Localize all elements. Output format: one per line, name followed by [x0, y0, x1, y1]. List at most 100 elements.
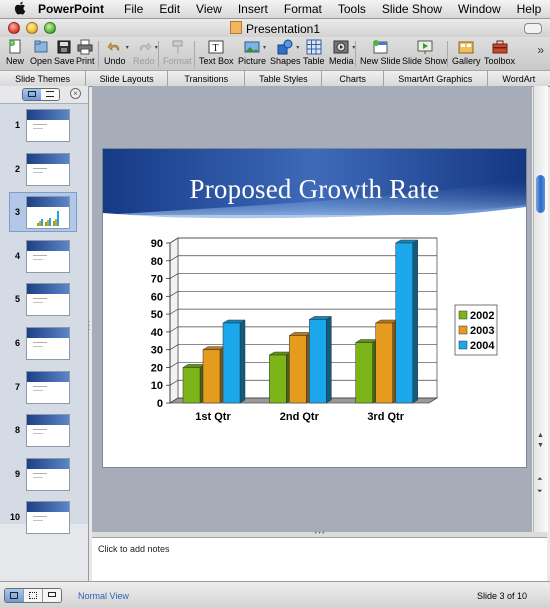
new-button[interactable]: + New	[6, 39, 24, 66]
current-slide[interactable]: Proposed Growth Rate 0 10 20 30 40 50 60 70 80 90…	[103, 149, 526, 467]
menu-tools[interactable]: Tools	[338, 2, 366, 16]
slide-thumbnail-item[interactable]: 6	[0, 324, 88, 364]
tab-table-styles[interactable]: Table Styles	[245, 71, 323, 86]
slide-thumbnail-item[interactable]: 4	[0, 237, 88, 277]
slide-thumbnail-item[interactable]: 5	[0, 280, 88, 320]
slide-thumbnail[interactable]	[26, 327, 70, 360]
menu-view[interactable]: View	[196, 2, 222, 16]
slide-thumbnail[interactable]	[26, 283, 70, 317]
current-view-label: Normal View	[78, 591, 129, 601]
picture-button[interactable]: ▾ Picture	[238, 39, 266, 66]
slides-tab-button[interactable]	[23, 89, 41, 100]
slide-thumbnail[interactable]	[26, 370, 70, 404]
slide-number: 10	[10, 512, 21, 523]
slide-show-button[interactable]: Slide Show	[402, 39, 447, 66]
table-button[interactable]: Table	[303, 39, 325, 66]
outline-tab-button[interactable]	[41, 89, 59, 100]
notes-placeholder[interactable]: Click to add notes	[98, 544, 170, 554]
slide-thumbnail[interactable]	[26, 501, 70, 535]
thumbnail-text-line	[33, 124, 47, 125]
thumbnail-text-line	[33, 302, 43, 304]
shapes-button[interactable]: ▾ Shapes	[270, 39, 301, 66]
growth-rate-chart[interactable]: 0 10 20 30 40 50 60 70 80 90 1st Qtr 2nd Qtr 3rd Qtr…	[103, 149, 526, 467]
thumbnail-mini-bar	[49, 218, 52, 227]
scroll-down-arrow-icon[interactable]: ▼	[537, 442, 544, 449]
gallery-icon	[458, 39, 474, 55]
slide-thumbnail[interactable]	[26, 414, 70, 448]
tab-transitions[interactable]: Transitions	[168, 71, 246, 86]
slide-thumbnail-item[interactable]: 9	[0, 455, 88, 495]
slide-show-icon	[417, 39, 433, 55]
tab-slide-themes[interactable]: Slide Themes	[0, 71, 87, 86]
slide-thumbnail-item[interactable]: 10	[0, 498, 88, 538]
slide-sorter-view-button[interactable]	[24, 589, 43, 602]
menu-window[interactable]: Window	[458, 2, 501, 16]
slide-thumbnail-item[interactable]: 7	[0, 368, 88, 408]
gallery-button[interactable]: Gallery	[452, 39, 481, 66]
media-button[interactable]: ▾ Media	[329, 39, 355, 66]
slide-thumbnail-item[interactable]: 8	[0, 411, 88, 451]
window-titlebar[interactable]: Presentation1	[0, 19, 550, 37]
slide-thumbnail-item[interactable]: 1	[0, 106, 88, 146]
thumbnail-title-band	[27, 371, 69, 382]
toolbar-separator	[447, 41, 448, 67]
bar	[355, 342, 373, 404]
menu-format[interactable]: Format	[284, 2, 322, 16]
format-painter-button[interactable]: Format	[163, 39, 192, 66]
close-pane-icon[interactable]: ×	[70, 88, 81, 99]
next-slide-icon[interactable]: ⏷	[537, 488, 543, 496]
scroll-up-arrow-icon[interactable]: ▲	[537, 432, 544, 439]
menu-insert[interactable]: Insert	[238, 2, 268, 16]
normal-view-button[interactable]	[5, 589, 24, 602]
x-category-label: 2nd Qtr	[280, 411, 320, 423]
tab-slide-layouts[interactable]: Slide Layouts	[86, 71, 169, 86]
slide-navigation-pane: × 1 2 3 4 5 6 7 8 9 10	[0, 86, 89, 583]
tab-wordart[interactable]: WordArt	[488, 71, 550, 86]
slide-thumbnail-item[interactable]: 2	[0, 150, 88, 190]
toolbar-separator	[355, 41, 356, 67]
toolbar-overflow-icon[interactable]: »	[537, 43, 544, 57]
editor-vertical-scrollbar[interactable]: ▲ ▼ ⏶ ⏷	[533, 86, 548, 533]
thumbnail-text-line	[33, 254, 47, 256]
menu-help[interactable]: Help	[517, 2, 542, 16]
slide-counter: Slide 3 of 10	[476, 591, 527, 601]
undo-button[interactable]: ▾ Undo	[104, 39, 129, 66]
tab-smartart-graphics[interactable]: SmartArt Graphics	[384, 71, 488, 86]
slide-thumbnail-item[interactable]: 3	[0, 193, 88, 233]
status-bar: Normal View Slide 3 of 10	[0, 581, 550, 608]
slide-thumbnail[interactable]	[26, 239, 70, 273]
toolbox-button[interactable]: Toolbox	[484, 39, 515, 66]
text-box-button[interactable]: T Text Box	[199, 39, 234, 66]
notes-pane[interactable]: Click to add notes	[92, 537, 547, 582]
bar	[309, 319, 327, 404]
previous-slide-icon[interactable]: ⏶	[537, 476, 543, 484]
slide-show-view-button[interactable]	[43, 589, 61, 602]
print-button[interactable]: Print	[76, 39, 95, 66]
slide-thumbnail[interactable]	[26, 152, 70, 186]
new-slide-button[interactable]: New Slide	[360, 39, 401, 66]
save-button[interactable]: Save	[54, 39, 75, 66]
menu-file[interactable]: File	[124, 2, 143, 16]
bar	[182, 367, 201, 404]
open-button[interactable]: Open	[30, 39, 52, 66]
slide-thumbnail[interactable]	[26, 196, 70, 230]
apple-menu-icon[interactable]	[14, 1, 26, 18]
slide-number: 5	[14, 294, 20, 305]
scrollbar-thumb[interactable]	[536, 175, 545, 213]
undo-label: Undo	[104, 56, 126, 66]
save-disk-icon	[56, 39, 72, 55]
menu-powerpoint[interactable]: PowerPoint	[38, 2, 104, 16]
slide-thumbnail[interactable]	[26, 457, 70, 491]
tab-charts[interactable]: Charts	[322, 71, 384, 86]
picture-label: Picture	[238, 56, 267, 66]
menu-slide-show[interactable]: Slide Show	[382, 2, 442, 16]
pane-splitter-handle[interactable]: · · ·	[88, 318, 91, 334]
toolbar-toggle-button[interactable]	[524, 23, 542, 34]
redo-button[interactable]: ▾ Redo	[133, 39, 158, 66]
menu-edit[interactable]: Edit	[159, 2, 180, 16]
y-tick-label: 0	[157, 398, 163, 410]
y-tick-label: 80	[151, 256, 163, 268]
slide-thumbnail[interactable]	[26, 109, 70, 142]
thumbnail-text-line	[33, 171, 43, 173]
open-label: Open	[30, 56, 53, 66]
